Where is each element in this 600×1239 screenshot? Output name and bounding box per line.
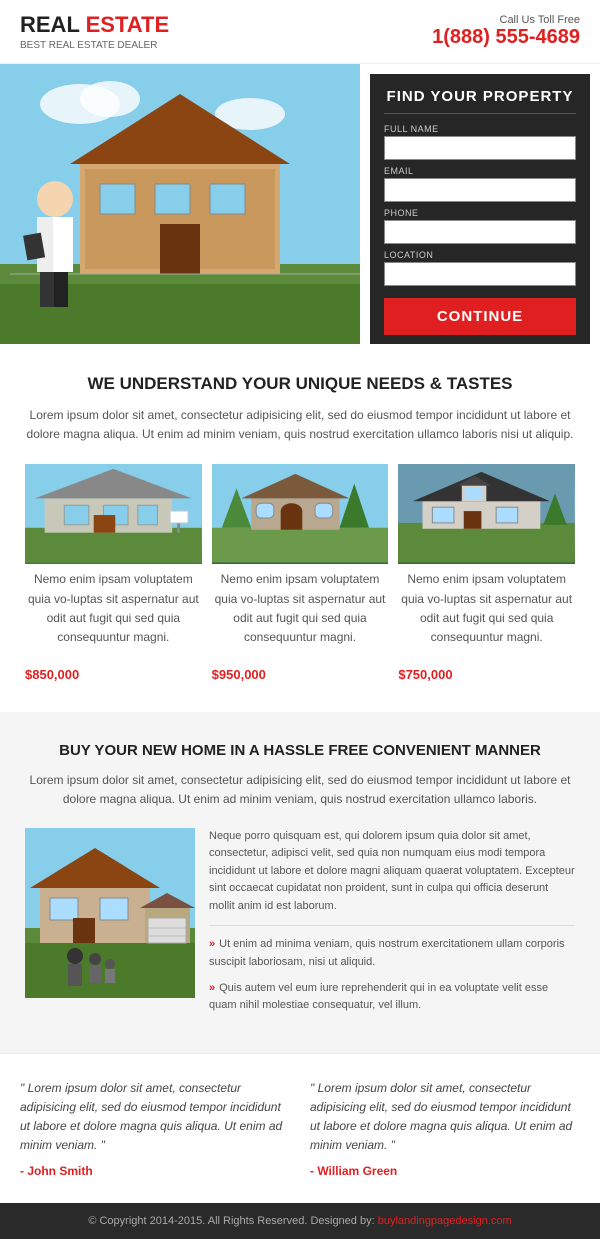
property-desc-3: Nemo enim ipsam voluptatem quia vo-lupta… [398, 570, 575, 647]
buy-house-image [25, 828, 195, 998]
footer: © Copyright 2014-2015. All Rights Reserv… [0, 1203, 600, 1239]
phone-field-group: PHONE [384, 208, 576, 244]
hero-section: FIND YOUR PROPERTY FULL NAME EMAIL PHONE… [0, 64, 600, 344]
property-price-2: $950,000 [212, 667, 389, 682]
logo-area: REAL ESTATE BEST REAL ESTATE DEALER [20, 12, 169, 51]
property-svg-3 [398, 464, 575, 562]
property-image-3 [398, 464, 575, 564]
logo-real: REAL [20, 12, 80, 37]
buy-section: BUY YOUR NEW HOME IN A HASSLE FREE CONVE… [0, 712, 600, 1053]
hero-illustration [0, 64, 360, 344]
fullname-input[interactable] [384, 136, 576, 160]
property-desc-1: Nemo enim ipsam voluptatem quia vo-lupta… [25, 570, 202, 647]
buy-title: BUY YOUR NEW HOME IN A HASSLE FREE CONVE… [25, 742, 575, 759]
buy-content: Neque porro quisquam est, qui dolorem ip… [25, 828, 575, 1023]
hero-image [0, 64, 360, 344]
needs-section: WE UNDERSTAND YOUR UNIQUE NEEDS & TASTES… [0, 344, 600, 712]
logo-estate: ESTATE [86, 12, 170, 37]
location-label: LOCATION [384, 250, 576, 260]
needs-title: WE UNDERSTAND YOUR UNIQUE NEEDS & TASTES [25, 374, 575, 394]
contact-area: Call Us Toll Free 1(888) 555-4689 [432, 14, 580, 49]
header: REAL ESTATE BEST REAL ESTATE DEALER Call… [0, 0, 600, 64]
buy-svg [25, 828, 195, 998]
testimonial-text-1: " Lorem ipsum dolor sit amet, consectetu… [20, 1079, 290, 1156]
property-image-2 [212, 464, 389, 564]
property-price-3: $750,000 [398, 667, 575, 682]
property-svg-2 [212, 464, 389, 562]
hero-form: FIND YOUR PROPERTY FULL NAME EMAIL PHONE… [370, 74, 590, 344]
testimonial-text-2: " Lorem ipsum dolor sit amet, consectetu… [310, 1079, 580, 1156]
form-title: FIND YOUR PROPERTY [384, 88, 576, 114]
testimonial-author-1: - John Smith [20, 1164, 290, 1178]
email-input[interactable] [384, 178, 576, 202]
testimonial-author-2: - William Green [310, 1164, 580, 1178]
property-image-1 [25, 464, 202, 564]
buy-image-area [25, 828, 195, 1023]
form-disclaimer: Sed ut perspiciatis unde omnis iste natu… [384, 343, 576, 344]
property-desc-2: Nemo enim ipsam voluptatem quia vo-lupta… [212, 570, 389, 647]
email-field-group: EMAIL [384, 166, 576, 202]
phone-label: PHONE [384, 208, 576, 218]
property-price-1: $850,000 [25, 667, 202, 682]
testimonials-section: " Lorem ipsum dolor sit amet, consectetu… [0, 1053, 600, 1203]
buy-text-area: Neque porro quisquam est, qui dolorem ip… [209, 828, 575, 1023]
buy-main-para: Neque porro quisquam est, qui dolorem ip… [209, 828, 575, 927]
fullname-label: FULL NAME [384, 124, 576, 134]
buy-bullet-1: »Ut enim ad minima veniam, quis nostrum … [209, 936, 575, 971]
testimonial-1: " Lorem ipsum dolor sit amet, consectetu… [20, 1079, 290, 1178]
email-label: EMAIL [384, 166, 576, 176]
buy-bullet-2: »Quis autem vel eum iure reprehenderit q… [209, 980, 575, 1015]
fullname-field-group: FULL NAME [384, 124, 576, 160]
needs-description: Lorem ipsum dolor sit amet, consectetur … [25, 406, 575, 444]
property-svg-1 [25, 464, 202, 562]
property-card-1: Nemo enim ipsam voluptatem quia vo-lupta… [25, 464, 202, 682]
logo: REAL ESTATE [20, 12, 169, 38]
location-field-group: LOCATION [384, 250, 576, 286]
continue-button[interactable]: CONTINUE [384, 298, 576, 335]
property-card-3: Nemo enim ipsam voluptatem quia vo-lupta… [398, 464, 575, 682]
footer-link[interactable]: buylandingpagedesign.com [378, 1215, 512, 1227]
contact-number: 1(888) 555-4689 [432, 26, 580, 49]
location-input[interactable] [384, 262, 576, 286]
contact-label: Call Us Toll Free [432, 14, 580, 26]
testimonial-2: " Lorem ipsum dolor sit amet, consectetu… [310, 1079, 580, 1178]
properties-grid: Nemo enim ipsam voluptatem quia vo-lupta… [25, 464, 575, 682]
logo-subtitle: BEST REAL ESTATE DEALER [20, 40, 169, 51]
phone-input[interactable] [384, 220, 576, 244]
property-card-2: Nemo enim ipsam voluptatem quia vo-lupta… [212, 464, 389, 682]
footer-text: © Copyright 2014-2015. All Rights Reserv… [88, 1215, 374, 1227]
buy-description: Lorem ipsum dolor sit amet, consectetur … [25, 771, 575, 809]
